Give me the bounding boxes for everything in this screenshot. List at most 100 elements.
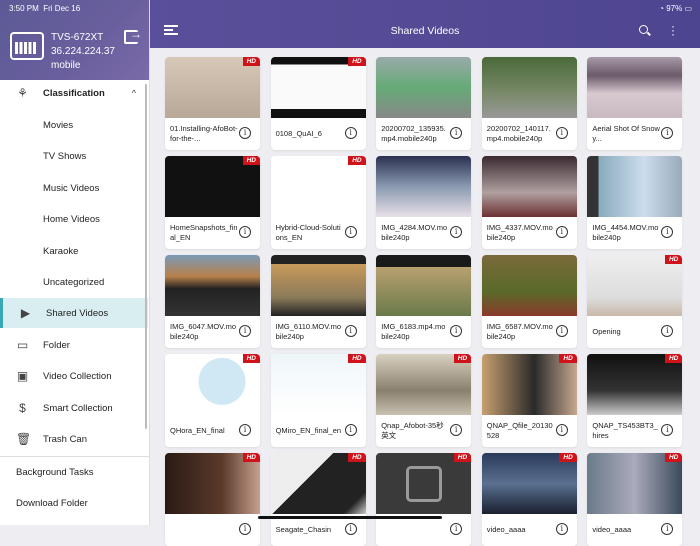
sidebar-item-label: Video Collection bbox=[43, 370, 112, 382]
video-card[interactable]: 20200702_135935.mp4.mobile240p i bbox=[376, 57, 472, 150]
video-card[interactable]: HD QHora_EN_final i bbox=[165, 354, 260, 447]
more-options-icon[interactable]: · · · bbox=[670, 20, 676, 40]
video-thumbnail[interactable]: HD bbox=[165, 453, 260, 514]
info-icon[interactable]: i bbox=[661, 325, 674, 337]
video-card[interactable]: IMG_6183.mp4.mobile240p i bbox=[376, 255, 472, 348]
video-thumbnail[interactable]: HD bbox=[376, 453, 472, 514]
video-card[interactable]: HD video_aaaa i bbox=[587, 453, 683, 546]
info-icon[interactable]: i bbox=[239, 424, 251, 436]
info-icon[interactable]: i bbox=[555, 424, 568, 436]
sidebar-item-shared-videos[interactable]: ▶ Shared Videos bbox=[0, 298, 148, 328]
video-thumbnail[interactable]: HD bbox=[165, 57, 260, 118]
sidebar-item-label: TV Shows bbox=[43, 150, 87, 162]
video-thumbnail[interactable] bbox=[165, 255, 260, 316]
sidebar-item-download-folder[interactable]: Download Folder bbox=[0, 488, 148, 518]
info-icon[interactable]: i bbox=[344, 226, 357, 238]
info-icon[interactable]: i bbox=[239, 226, 251, 238]
video-thumbnail[interactable]: HD bbox=[165, 354, 260, 415]
device-name: TVS-672XT bbox=[51, 32, 104, 43]
info-icon[interactable]: i bbox=[555, 226, 568, 238]
sidebar-item-uncategorized[interactable]: Uncategorized bbox=[0, 267, 148, 297]
video-thumbnail[interactable] bbox=[481, 57, 577, 118]
sidebar-item-classification[interactable]: ⚘ Classification ^ bbox=[0, 78, 148, 108]
video-thumbnail[interactable]: HD bbox=[270, 57, 366, 118]
video-card[interactable]: HD HomeSnapshots_final_EN i bbox=[165, 156, 260, 249]
sidebar-item-folder[interactable]: ▭ Folder bbox=[0, 330, 148, 360]
info-icon[interactable]: i bbox=[555, 325, 568, 337]
sidebar-item-music-videos[interactable]: Music Videos bbox=[0, 173, 148, 203]
hd-badge: HD bbox=[348, 57, 366, 66]
sidebar-item-trash-can[interactable]: 🗑 Trash Can bbox=[0, 424, 148, 454]
video-card[interactable]: HD i bbox=[165, 453, 260, 546]
video-thumbnail[interactable]: HD bbox=[270, 156, 366, 217]
video-card[interactable]: 20200702_140117.mp4.mobile240p i bbox=[481, 57, 577, 150]
video-card[interactable]: IMG_6110.MOV.mobile240p i bbox=[270, 255, 366, 348]
video-card[interactable]: IMG_4337.MOV.mobile240p i bbox=[481, 156, 577, 249]
sidebar-item-background-tasks[interactable]: Background Tasks bbox=[0, 457, 148, 487]
chevron-up-icon[interactable]: ^ bbox=[132, 88, 136, 98]
info-icon[interactable]: i bbox=[450, 226, 463, 238]
video-thumbnail[interactable]: HD bbox=[270, 453, 366, 514]
video-card[interactable]: HD Hybrid-Cloud-Solutions_EN i bbox=[270, 156, 366, 249]
video-card[interactable]: HD video_aaaa i bbox=[481, 453, 577, 546]
video-card[interactable]: HD Opening i bbox=[587, 255, 683, 348]
info-icon[interactable]: i bbox=[450, 424, 463, 436]
video-title bbox=[170, 519, 238, 541]
info-icon[interactable]: i bbox=[661, 226, 674, 238]
video-thumbnail[interactable]: HD bbox=[587, 354, 683, 415]
video-card[interactable]: HD Qnap_Afobot-35秒英文 i bbox=[376, 354, 472, 447]
video-card[interactable]: HD Seagate_Chasin i bbox=[270, 453, 366, 546]
info-icon[interactable]: i bbox=[661, 424, 674, 436]
video-title: 20200702_135935.mp4.mobile240p bbox=[381, 124, 446, 143]
video-card[interactable]: HD 0108_QuAI_6 i bbox=[270, 57, 366, 150]
video-thumbnail[interactable] bbox=[481, 156, 577, 217]
info-icon[interactable]: i bbox=[450, 325, 463, 337]
video-thumbnail[interactable] bbox=[270, 255, 366, 316]
video-thumbnail[interactable]: HD bbox=[165, 156, 260, 217]
sidebar-item-tv-shows[interactable]: TV Shows bbox=[0, 141, 148, 171]
video-thumbnail[interactable]: HD bbox=[481, 354, 577, 415]
video-card[interactable]: HD QNAP_Qfile_20130528 i bbox=[481, 354, 577, 447]
sidebar-item-smart-collection[interactable]: $ Smart Collection bbox=[0, 393, 148, 423]
home-indicator[interactable] bbox=[258, 516, 442, 519]
search-icon[interactable] bbox=[639, 25, 648, 34]
video-thumbnail[interactable]: HD bbox=[481, 453, 577, 514]
video-card[interactable]: HD QMiro_EN_final_en i bbox=[270, 354, 366, 447]
scrollbar[interactable] bbox=[145, 84, 147, 429]
video-thumbnail[interactable] bbox=[376, 57, 472, 118]
video-card[interactable]: IMG_6587.MOV.mobile240p i bbox=[481, 255, 577, 348]
hd-badge: HD bbox=[348, 156, 366, 165]
video-card[interactable]: IMG_4284.MOV.mobile240p i bbox=[376, 156, 472, 249]
sidebar-item-home-videos[interactable]: Home Videos bbox=[0, 204, 148, 234]
info-icon[interactable]: i bbox=[450, 127, 463, 139]
video-card[interactable]: IMG_4454.MOV.mobile240p i bbox=[587, 156, 683, 249]
video-card[interactable]: HD 01.Installing-AfoBot-for-the-... i bbox=[165, 57, 260, 150]
video-thumbnail[interactable] bbox=[587, 57, 683, 118]
sidebar-item-movies[interactable]: Movies bbox=[0, 110, 148, 140]
video-thumbnail[interactable] bbox=[587, 156, 683, 217]
video-thumbnail[interactable] bbox=[376, 156, 472, 217]
video-card[interactable]: IMG_6047.MOV.mobile240p i bbox=[165, 255, 260, 348]
video-thumbnail[interactable]: HD bbox=[587, 453, 683, 514]
info-icon[interactable]: i bbox=[239, 325, 251, 337]
sidebar-item-karaoke[interactable]: Karaoke bbox=[0, 236, 148, 266]
video-card[interactable]: HD QNAP_TS453BT3_hires i bbox=[587, 354, 683, 447]
logout-icon[interactable] bbox=[124, 27, 142, 44]
info-icon[interactable]: i bbox=[344, 127, 357, 139]
sidebar-item-video-collection[interactable]: ▣ Video Collection bbox=[0, 361, 148, 391]
info-icon[interactable]: i bbox=[344, 325, 357, 337]
info-icon[interactable]: i bbox=[239, 127, 251, 139]
video-title: QHora_EN_final bbox=[170, 426, 225, 435]
sidebar: 3:50 PM Fri Dec 16 TVS-672XT 36.224.224.… bbox=[0, 0, 150, 525]
video-thumbnail[interactable] bbox=[376, 255, 472, 316]
video-title: 20200702_140117.mp4.mobile240p bbox=[486, 124, 551, 143]
info-icon[interactable]: i bbox=[344, 424, 357, 436]
video-thumbnail[interactable]: HD bbox=[587, 255, 683, 316]
video-thumbnail[interactable]: HD bbox=[270, 354, 366, 415]
info-icon[interactable]: i bbox=[661, 127, 674, 139]
video-thumbnail[interactable] bbox=[481, 255, 577, 316]
info-icon[interactable]: i bbox=[555, 127, 568, 139]
video-thumbnail[interactable]: HD bbox=[376, 354, 472, 415]
video-card[interactable]: HD i bbox=[376, 453, 472, 546]
video-card[interactable]: Aerial Shot Of Snowy... i bbox=[587, 57, 683, 150]
